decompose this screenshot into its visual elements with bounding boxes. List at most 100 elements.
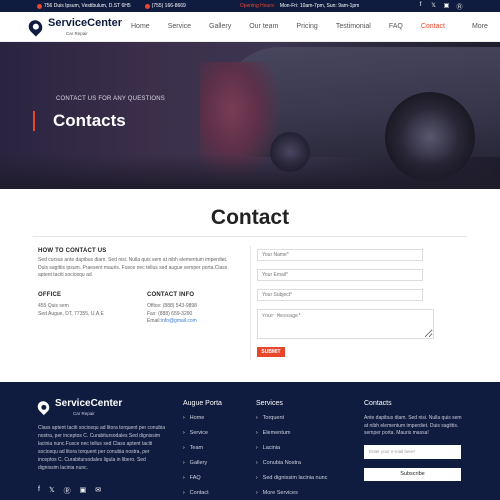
footer-service-more[interactable]: › More Services xyxy=(256,490,328,496)
footer-link-faq[interactable]: › FAQ xyxy=(183,475,222,481)
footer-link-label: Lacinia xyxy=(262,445,281,451)
footer-brand-tagline: Car Repair xyxy=(73,411,95,416)
chevron-right-icon: › xyxy=(183,460,185,466)
footer-link-label: More Services xyxy=(262,490,298,496)
nav-gallery[interactable]: Gallery xyxy=(200,23,240,30)
nav-service[interactable]: Service xyxy=(159,23,200,30)
twitter-icon[interactable]: 𝕏 xyxy=(430,2,437,11)
footer-socials: f 𝕏 Ⓡ ▣ ✉ xyxy=(38,486,101,496)
name-input[interactable] xyxy=(257,249,423,261)
pinterest-icon[interactable]: Ⓡ xyxy=(456,2,463,11)
newsletter-email-input[interactable]: Enter your e-mail here* xyxy=(364,444,461,459)
chevron-right-icon: › xyxy=(256,445,258,451)
logo[interactable]: ServiceCenter Car Repair xyxy=(25,16,122,37)
facebook-icon[interactable]: f xyxy=(417,2,424,11)
footer-service-sed-dignissim[interactable]: › Sed dignissim lacinia nunc xyxy=(256,475,328,481)
hero-title: Contacts xyxy=(53,111,126,130)
subscribe-button[interactable]: Subscribe xyxy=(364,467,461,481)
office-phone: Office: (888) 543-9898 xyxy=(147,303,197,309)
footer-service-lacinia[interactable]: › Lacinia xyxy=(256,445,328,451)
section-divider xyxy=(33,236,467,237)
contact-info-title: CONTACT INFO xyxy=(147,292,195,298)
footer-link-label: FAQ xyxy=(189,475,201,481)
facebook-icon[interactable]: f xyxy=(38,486,40,496)
footer-link-label: Service xyxy=(189,430,209,436)
subject-input[interactable] xyxy=(257,289,423,301)
hero-kicker: CONTACT US FOR ANY QUESTIONS xyxy=(56,96,165,102)
footer-description: Class aptent taciti sociosqu ad litora t… xyxy=(38,425,166,471)
footer-link-home[interactable]: › Home xyxy=(183,415,222,421)
pinterest-icon[interactable]: Ⓡ xyxy=(64,486,71,496)
top-info-bar: 756 Duis Ipsum, Vestibulum, D.ST 6H5 (75… xyxy=(0,0,500,12)
email-input[interactable] xyxy=(257,269,423,281)
hours-text: Mon-Fri: 10am-7pm, Sun: 9am-1pm xyxy=(279,3,360,9)
footer-col-services: Services › Torquent › Elementum › Lacinia ›… xyxy=(256,400,328,500)
footer-col1-title: Augue Porta xyxy=(183,400,222,407)
nav-our-team[interactable]: Our team xyxy=(240,23,287,30)
chevron-right-icon: › xyxy=(256,475,258,481)
footer-logo-pin-icon xyxy=(35,398,52,416)
site-header: ServiceCenter Car Repair Home Service Ga… xyxy=(0,12,500,42)
submit-button[interactable]: SUBMIT xyxy=(257,347,285,357)
footer-contacts-text: Ante dapibus diam. Sed nisi. Nulla quis … xyxy=(364,415,462,436)
footer-link-service[interactable]: › Service xyxy=(183,430,222,436)
footer-logo[interactable]: ServiceCenter Car Repair xyxy=(35,398,123,416)
footer-col-contacts: Contacts Ante dapibus diam. Sed nisi. Nu… xyxy=(364,400,464,481)
email-link[interactable]: info@gmail.com xyxy=(161,318,197,324)
twitter-icon[interactable]: 𝕏 xyxy=(49,486,55,496)
nav-more-label: More xyxy=(471,23,488,30)
footer-col-augue-porta: Augue Porta › Home › Service › Team › Galler… xyxy=(183,400,222,500)
contact-heading: Contact xyxy=(210,206,290,229)
email-icon[interactable]: ✉ xyxy=(95,486,101,496)
chevron-right-icon: › xyxy=(256,490,258,496)
office-block: OFFICE 455 Quis sem Sed Augue, DT, 77355… xyxy=(38,292,138,318)
footer-link-contact[interactable]: › Contact xyxy=(183,490,222,496)
chevron-right-icon: › xyxy=(183,415,185,421)
nav-pricing[interactable]: Pricing xyxy=(287,23,326,30)
instagram-icon[interactable]: ▣ xyxy=(80,486,87,496)
footer-service-conubia[interactable]: › Conubia Nostra xyxy=(256,460,328,466)
footer-service-torquent[interactable]: › Torquent xyxy=(256,415,328,421)
contact-info-lines: Office: (888) 543-9898 Fax: (888) 659-32… xyxy=(147,303,247,326)
hero-banner: CONTACT US FOR ANY QUESTIONS Contacts xyxy=(0,42,500,189)
hero-shade xyxy=(0,154,500,189)
phone-icon xyxy=(144,3,150,9)
chevron-right-icon: › xyxy=(256,430,258,436)
fax-number: Fax: (888) 659-3290 xyxy=(147,310,193,317)
chevron-right-icon: › xyxy=(183,430,185,436)
footer-link-label: Elementum xyxy=(262,430,291,436)
phone-item[interactable]: (755) 166-8669 xyxy=(144,3,186,9)
topbar-socials: f 𝕏 ▣ Ⓡ xyxy=(417,2,463,11)
column-divider xyxy=(250,246,251,360)
footer-link-gallery[interactable]: › Gallery xyxy=(183,460,222,466)
nav-more[interactable]: More ▾ xyxy=(454,23,500,31)
howto-title: HOW TO CONTACT US xyxy=(38,248,107,254)
instagram-icon[interactable]: ▣ xyxy=(443,2,450,11)
footer-link-label: Contact xyxy=(189,490,209,496)
footer-service-elementum[interactable]: › Elementum xyxy=(256,430,328,436)
howto-text: Sed cursus ante dapibus diam. Sed nisi. … xyxy=(38,257,228,278)
phone-text: (755) 166-8669 xyxy=(151,3,186,9)
footer-brand-name: ServiceCenter xyxy=(55,398,123,409)
footer-link-label: Torquent xyxy=(262,415,285,421)
brand-name: ServiceCenter xyxy=(48,16,122,29)
footer-col2-title: Services xyxy=(256,400,283,407)
footer-link-label: Conubia Nostra xyxy=(262,460,301,466)
chevron-right-icon: › xyxy=(183,445,185,451)
chevron-right-icon: › xyxy=(256,415,258,421)
office-line-1: 455 Quis sem xyxy=(38,303,69,309)
footer-link-label: Gallery xyxy=(189,460,208,466)
hero-accent-bar xyxy=(33,111,35,131)
office-address: 455 Quis sem Sed Augue, DT, 77355, U.A.E xyxy=(38,303,138,318)
how-to-contact: HOW TO CONTACT US Sed cursus ante dapibu… xyxy=(38,248,238,280)
nav-contact[interactable]: Contact xyxy=(412,23,454,30)
nav-home[interactable]: Home xyxy=(122,23,159,30)
footer-link-label: Team xyxy=(189,445,204,451)
nav-testimonial[interactable]: Testimonial xyxy=(327,23,380,30)
footer-link-team[interactable]: › Team xyxy=(183,445,222,451)
message-input[interactable] xyxy=(257,309,434,339)
nav-faq[interactable]: FAQ xyxy=(380,23,412,30)
office-line-2: Sed Augue, DT, 77355, U.A.E xyxy=(38,310,104,317)
address-item: 756 Duis Ipsum, Vestibulum, D.ST 6H5 xyxy=(37,3,131,9)
footer-link-label: Sed dignissim lacinia nunc xyxy=(262,475,328,481)
